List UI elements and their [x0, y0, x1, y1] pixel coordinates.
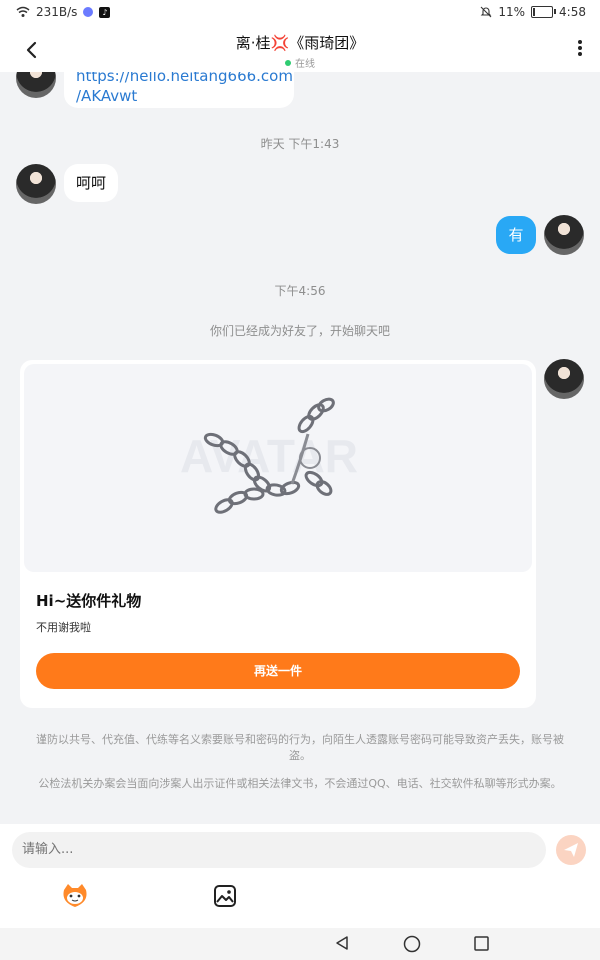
status-right: 11% 4:58	[480, 5, 586, 19]
gift-description: 不用谢我啦	[36, 621, 91, 634]
nav-home-icon[interactable]	[403, 935, 421, 953]
message-link-bubble[interactable]: https://hello.heitang666.com /AKAvwt	[64, 72, 294, 108]
contact-avatar[interactable]	[16, 72, 56, 98]
more-dot-icon	[578, 52, 582, 56]
gift-image: AVATAR	[24, 364, 532, 572]
message-link-line[interactable]: /AKAvwt	[76, 86, 294, 106]
safety-warning: 谨防以共号、代充值、代练等名义索要账号和密码的行为，向陌生人透露账号密码可能导致…	[36, 733, 564, 762]
online-status: 在线	[0, 55, 600, 70]
sticker-button[interactable]	[60, 882, 90, 910]
my-avatar[interactable]	[544, 215, 584, 255]
app-notification-icon	[83, 7, 94, 17]
contact-avatar[interactable]	[16, 164, 56, 204]
contact-name: 离·桂💢《雨琦团》	[235, 34, 365, 52]
gift-title: Hi~送你件礼物	[36, 592, 142, 610]
battery-percent: 11%	[498, 5, 526, 19]
legal-warning: 公检法机关办案会当面向涉案人出示证件或相关法律文书，不会通过QQ、电话、社交软件…	[38, 777, 562, 790]
system-notice: 你们已经成为好友了，开始聊天吧	[209, 324, 390, 338]
more-dot-icon	[578, 46, 582, 50]
send-button[interactable]	[556, 835, 586, 865]
composer	[0, 824, 600, 928]
status-bar: 231B/s ♪ 11% 4:58	[0, 0, 600, 26]
send-icon	[564, 843, 578, 857]
nav-back-icon[interactable]	[334, 935, 350, 951]
gift-card[interactable]: AVATAR Hi~送你件礼物 不用谢我啦 再送一件	[20, 360, 536, 708]
network-speed: 231B/s	[36, 5, 78, 19]
image-button[interactable]	[213, 884, 237, 908]
gift-chain-illustration: AVATAR	[180, 397, 358, 514]
chat-header: 离·桂💢《雨琦团》 在线	[0, 26, 600, 72]
title-block: 离·桂💢《雨琦团》 在线	[0, 32, 600, 70]
chat-area[interactable]: https://hello.heitang666.com /AKAvwt 昨天 …	[0, 72, 600, 824]
send-another-gift-button[interactable]: 再送一件	[36, 653, 520, 689]
more-dot-icon	[578, 40, 582, 44]
my-avatar[interactable]	[544, 359, 584, 399]
mascot-face-icon	[63, 884, 87, 907]
online-dot-icon	[285, 59, 291, 66]
clock: 4:58	[559, 5, 586, 19]
mute-bell-icon	[480, 6, 492, 18]
message-bubble-incoming[interactable]: 呵呵	[64, 164, 118, 202]
system-nav-bar	[0, 928, 600, 960]
nav-recents-icon[interactable]	[474, 936, 489, 951]
timestamp-label: 下午4:56	[274, 284, 326, 298]
status-left: 231B/s ♪	[16, 5, 111, 19]
message-bubble-outgoing[interactable]: 有	[496, 216, 536, 254]
battery-icon	[531, 6, 557, 18]
more-options-button[interactable]	[576, 38, 584, 60]
wifi-icon	[16, 6, 30, 17]
message-input[interactable]	[12, 832, 546, 868]
timestamp-label: 昨天 下午1:43	[260, 137, 340, 151]
online-status-text: 在线	[295, 59, 315, 70]
image-icon	[214, 885, 236, 907]
tiktok-icon: ♪	[99, 6, 111, 18]
message-link-line[interactable]: https://hello.heitang666.com	[76, 72, 294, 86]
